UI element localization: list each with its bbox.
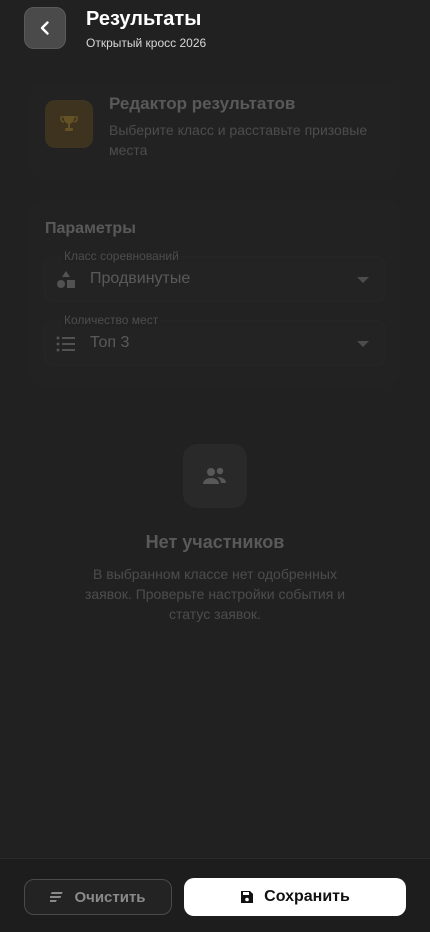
- page-title: Результаты: [86, 8, 202, 30]
- save-button-label: Сохранить: [264, 888, 350, 905]
- class-select[interactable]: Класс соревнований Продвинутые: [44, 249, 386, 302]
- chevron-left-icon: [40, 21, 49, 35]
- editor-title: Редактор результатов: [109, 94, 296, 113]
- clear-lines-icon: [50, 892, 64, 902]
- people-icon: [203, 467, 226, 484]
- list-icon: [56, 336, 75, 352]
- back-button[interactable]: [24, 7, 66, 49]
- empty-state-badge: [183, 444, 247, 508]
- class-select-label: Класс соревнований: [62, 249, 181, 263]
- places-select-value: Топ 3: [90, 334, 130, 351]
- trophy-badge: [45, 100, 93, 148]
- chevron-down-icon: [357, 277, 369, 283]
- places-select-label: Количество мест: [62, 313, 161, 327]
- empty-state-title: Нет участников: [145, 532, 285, 552]
- footer-bar: Очистить Сохранить: [0, 858, 430, 932]
- places-select[interactable]: Количество мест Топ 3: [44, 313, 386, 366]
- save-button[interactable]: Сохранить: [184, 878, 406, 916]
- page-subtitle: Открытый кросс 2026: [86, 36, 207, 50]
- params-card: Параметры Класс соревнований Продвинутые…: [30, 200, 400, 386]
- empty-state: Нет участников В выбранном классе нет од…: [30, 402, 400, 672]
- editor-card: Редактор результатов Выберите класс и ра…: [30, 82, 400, 178]
- params-title: Параметры: [45, 220, 136, 237]
- clear-button[interactable]: Очистить: [24, 879, 172, 915]
- empty-state-text: В выбранном классе нет одобренных заявок…: [84, 566, 346, 622]
- header: Результаты Открытый кросс 2026: [0, 0, 430, 58]
- class-select-value: Продвинутые: [90, 270, 191, 287]
- shapes-icon: [57, 271, 75, 288]
- clear-button-label: Очистить: [74, 888, 146, 906]
- trophy-icon: [60, 116, 78, 131]
- floppy-disk-icon: [241, 891, 254, 903]
- chevron-down-icon: [357, 341, 369, 347]
- editor-subtitle: Выберите класс и расставьте призовые мес…: [109, 122, 368, 158]
